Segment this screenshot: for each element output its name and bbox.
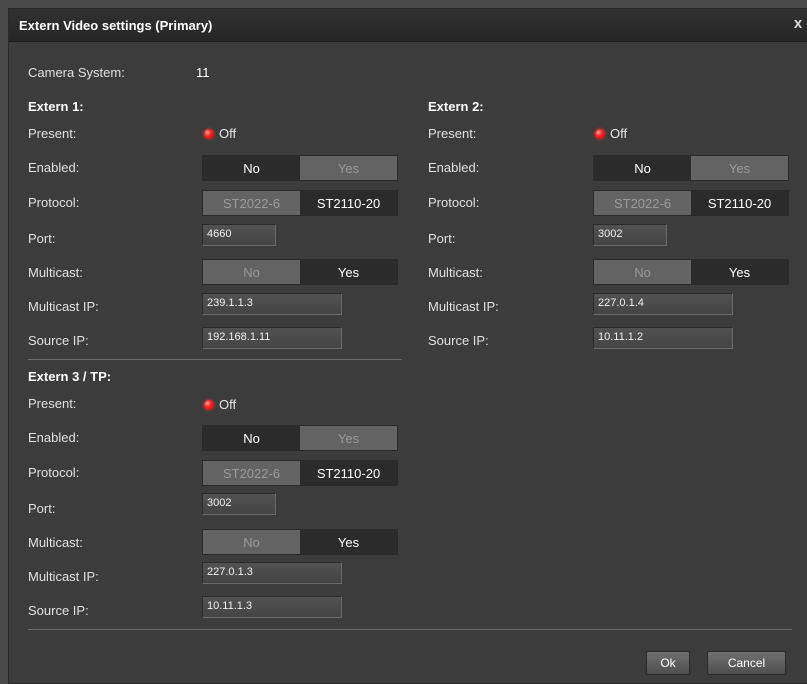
footer-divider xyxy=(28,629,792,630)
status-led-icon xyxy=(204,128,214,139)
extern-2-enabled-no[interactable]: No xyxy=(594,156,691,180)
extern-2-protocol-st2110[interactable]: ST2110-20 xyxy=(691,191,788,215)
ok-button[interactable]: Ok xyxy=(646,651,690,675)
extern-3-multicast-yes[interactable]: Yes xyxy=(300,530,397,554)
extern-2-source-ip-label: Source IP: xyxy=(428,333,489,348)
extern-2-protocol-toggle[interactable]: ST2022-6 ST2110-20 xyxy=(593,190,789,216)
extern-2-protocol-label: Protocol: xyxy=(428,195,480,210)
extern-2-present-status: Off xyxy=(595,126,627,141)
status-led-icon xyxy=(204,399,214,410)
extern-1-present-label: Present: xyxy=(28,126,77,141)
extern-video-settings-dialog: Extern Video settings (Primary) x Camera… xyxy=(8,8,807,684)
extern-1-enabled-yes[interactable]: Yes xyxy=(300,156,397,180)
extern-2-source-ip-input[interactable]: 10.11.1.2 xyxy=(593,327,733,349)
extern-3-title: Extern 3 / TP: xyxy=(28,369,112,384)
extern-2-port-input[interactable]: 3002 xyxy=(593,224,667,246)
extern-3-enabled-toggle[interactable]: No Yes xyxy=(202,425,398,451)
extern-3-enabled-yes[interactable]: Yes xyxy=(300,426,397,450)
extern-2-present-label: Present: xyxy=(428,126,477,141)
extern-1-enabled-no[interactable]: No xyxy=(203,156,300,180)
dialog-title: Extern Video settings (Primary) xyxy=(19,18,213,33)
extern-2-protocol-st2022[interactable]: ST2022-6 xyxy=(594,191,691,215)
extern-2-multicast-no[interactable]: No xyxy=(594,260,691,284)
extern-1-present-value: Off xyxy=(219,126,237,141)
extern-1-multicast-ip-label: Multicast IP: xyxy=(28,299,99,314)
extern-3-present-status: Off xyxy=(204,397,236,412)
camera-system-label: Camera System: xyxy=(28,65,125,80)
extern-3-protocol-toggle[interactable]: ST2022-6 ST2110-20 xyxy=(202,460,398,486)
extern-1-port-label: Port: xyxy=(28,231,56,246)
extern-3-port-input[interactable]: 3002 xyxy=(202,493,276,515)
extern-1-title: Extern 1: xyxy=(28,99,84,114)
extern-1-multicast-no[interactable]: No xyxy=(203,260,300,284)
extern-3-protocol-st2110[interactable]: ST2110-20 xyxy=(300,461,397,485)
extern-1-protocol-st2110[interactable]: ST2110-20 xyxy=(300,191,397,215)
close-icon[interactable]: x xyxy=(790,16,806,32)
extern-3-protocol-st2022[interactable]: ST2022-6 xyxy=(203,461,300,485)
extern-1-multicast-yes[interactable]: Yes xyxy=(300,260,397,284)
extern-2-present-value: Off xyxy=(610,126,628,141)
extern-1-source-ip-label: Source IP: xyxy=(28,333,89,348)
extern-1-enabled-label: Enabled: xyxy=(28,160,80,175)
dialog-titlebar[interactable]: Extern Video settings (Primary) x xyxy=(9,9,807,42)
extern-1-multicast-toggle[interactable]: No Yes xyxy=(202,259,398,285)
extern-1-present-status: Off xyxy=(204,126,236,141)
extern-3-multicast-ip-input[interactable]: 227.0.1.3 xyxy=(202,562,342,584)
extern-1-protocol-label: Protocol: xyxy=(28,195,80,210)
extern-3-source-ip-label: Source IP: xyxy=(28,603,89,618)
extern-2-enabled-yes[interactable]: Yes xyxy=(691,156,788,180)
extern-2-enabled-toggle[interactable]: No Yes xyxy=(593,155,789,181)
camera-system-value: 11 xyxy=(196,65,210,80)
extern-3-multicast-ip-label: Multicast IP: xyxy=(28,569,99,584)
cancel-button[interactable]: Cancel xyxy=(707,651,786,675)
extern-1-multicast-ip-input[interactable]: 239.1.1.3 xyxy=(202,293,342,315)
extern-1-enabled-toggle[interactable]: No Yes xyxy=(202,155,398,181)
extern-2-enabled-label: Enabled: xyxy=(428,160,480,175)
extern-1-port-input[interactable]: 4660 xyxy=(202,224,276,246)
extern-2-port-label: Port: xyxy=(428,231,456,246)
extern-3-multicast-toggle[interactable]: No Yes xyxy=(202,529,398,555)
extern-2-title: Extern 2: xyxy=(428,99,484,114)
extern-3-multicast-label: Multicast: xyxy=(28,535,83,550)
extern-1-source-ip-input[interactable]: 192.168.1.11 xyxy=(202,327,342,349)
extern-3-enabled-label: Enabled: xyxy=(28,430,80,445)
extern-3-protocol-label: Protocol: xyxy=(28,465,80,480)
extern-2-multicast-ip-input[interactable]: 227.0.1.4 xyxy=(593,293,733,315)
extern-3-source-ip-input[interactable]: 10.11.1.3 xyxy=(202,596,342,618)
extern-3-present-value: Off xyxy=(219,397,237,412)
extern-1-protocol-toggle[interactable]: ST2022-6 ST2110-20 xyxy=(202,190,398,216)
extern-3-port-label: Port: xyxy=(28,501,56,516)
status-led-icon xyxy=(595,128,605,139)
extern-2-multicast-yes[interactable]: Yes xyxy=(691,260,788,284)
extern-2-multicast-label: Multicast: xyxy=(428,265,483,280)
extern-3-enabled-no[interactable]: No xyxy=(203,426,300,450)
extern-1-protocol-st2022[interactable]: ST2022-6 xyxy=(203,191,300,215)
extern-1-multicast-label: Multicast: xyxy=(28,265,83,280)
extern-3-present-label: Present: xyxy=(28,396,77,411)
section-divider xyxy=(28,359,402,360)
extern-2-multicast-toggle[interactable]: No Yes xyxy=(593,259,789,285)
extern-2-multicast-ip-label: Multicast IP: xyxy=(428,299,499,314)
extern-3-multicast-no[interactable]: No xyxy=(203,530,300,554)
